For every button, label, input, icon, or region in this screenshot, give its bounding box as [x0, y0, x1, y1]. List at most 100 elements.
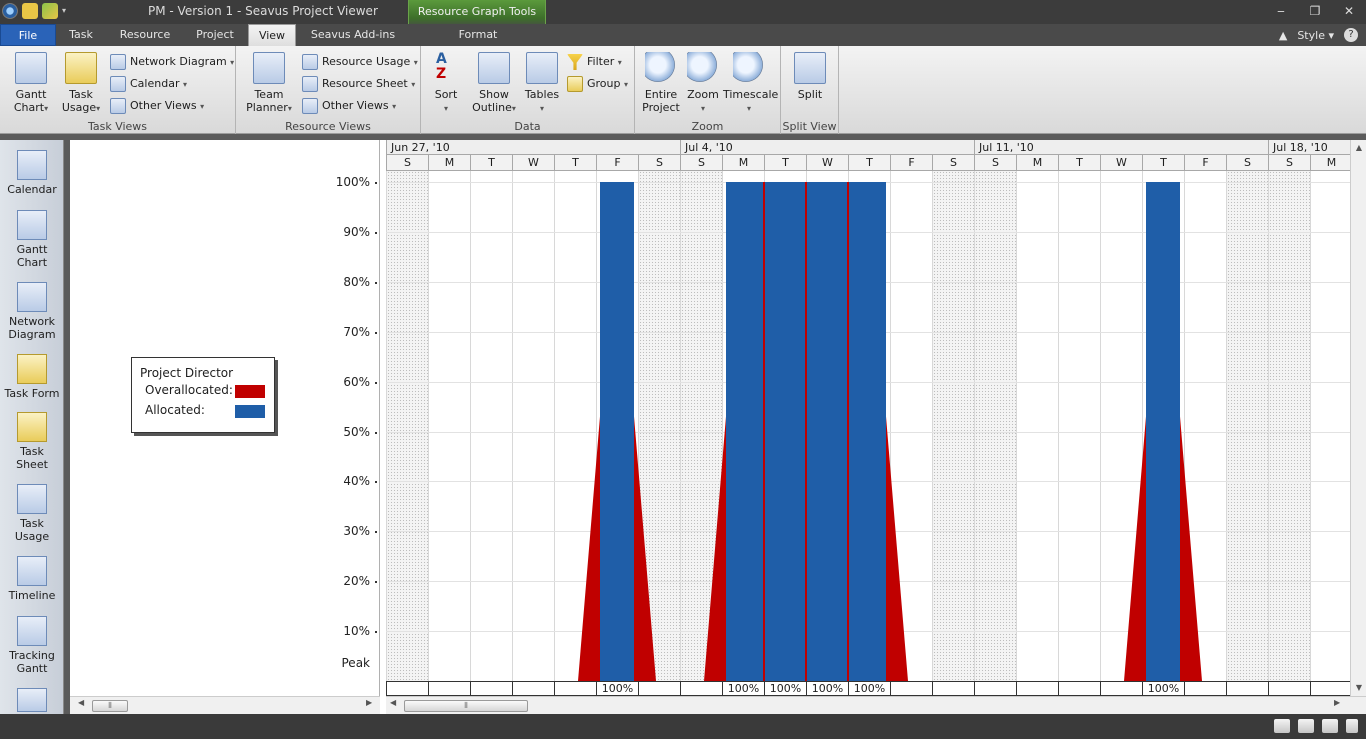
graph-scroll-left-icon[interactable]: ◀ — [390, 698, 396, 707]
tab-file[interactable]: File — [0, 24, 56, 46]
folder-icon[interactable] — [42, 3, 58, 19]
tab-seavus-addins[interactable]: Seavus Add-ins — [300, 24, 406, 46]
timescale-button[interactable]: Timescale ▾ — [723, 50, 778, 115]
total-cell — [974, 682, 1016, 696]
open-file-icon[interactable] — [22, 3, 38, 19]
allocated-bar[interactable] — [848, 182, 886, 681]
sort-label: Sort — [434, 88, 458, 101]
window-controls: ‒ ❐ ✕ — [1264, 0, 1366, 22]
zoom-button[interactable]: Zoom ▾ — [678, 50, 728, 115]
help-icon[interactable]: ? — [1344, 28, 1358, 42]
total-cell — [386, 682, 428, 696]
ribbon-tabs: File Task Resource Project View Seavus A… — [0, 24, 1366, 46]
sidebar-item-task-form[interactable]: Task Form — [0, 354, 63, 400]
sidebar-item-gantt-chart[interactable]: Gantt Chart — [0, 210, 63, 269]
graph-scroll-thumb[interactable]: ⦀ — [404, 700, 528, 712]
team-planner-label: Team Planner — [246, 88, 288, 114]
gantt-view-shortcut-icon[interactable] — [1274, 719, 1290, 733]
task-usage-shortcut-icon[interactable] — [1298, 719, 1314, 733]
y-tick-label: 80% — [343, 274, 377, 289]
filter-button[interactable]: Filter ▾ — [567, 52, 622, 72]
close-icon[interactable]: ✕ — [1332, 0, 1366, 22]
tables-label: Tables — [524, 88, 560, 101]
y-tick-label: 100% — [335, 175, 378, 189]
left-horizontal-scrollbar[interactable]: ◀ ⦀ ▶ — [70, 696, 380, 714]
scroll-down-icon[interactable]: ▼ — [1351, 680, 1366, 696]
team-planner-shortcut-icon[interactable] — [1322, 719, 1338, 733]
allocated-bar[interactable] — [600, 182, 634, 681]
sidebar-label: Calendar — [7, 183, 57, 196]
group-button[interactable]: Group ▾ — [567, 74, 628, 94]
network-diagram-button[interactable]: Network Diagram ▾ — [110, 52, 234, 72]
sidebar-item-task-usage[interactable]: Task Usage — [0, 484, 63, 543]
allocated-bar[interactable] — [806, 182, 848, 681]
total-cell — [1310, 682, 1350, 696]
graph-horizontal-scrollbar[interactable]: ◀ ⦀ ▶ — [386, 696, 1366, 714]
show-outline-label: Show Outline — [472, 88, 512, 114]
sidebar-item-calendar[interactable]: Calendar — [0, 150, 63, 196]
collapse-ribbon-icon[interactable]: ▲ — [1279, 29, 1287, 42]
overallocation-wedge — [1180, 416, 1202, 681]
total-cell — [638, 682, 680, 696]
legend-overallocated-label: Overallocated: — [145, 383, 233, 397]
calendar-button[interactable]: Calendar ▾ — [110, 74, 187, 94]
calendar-icon — [110, 76, 126, 92]
team-planner-button[interactable]: Team Planner▾ — [244, 50, 294, 115]
sort-button[interactable]: AZ Sort ▾ — [421, 50, 471, 115]
tab-resource[interactable]: Resource — [108, 24, 182, 46]
allocated-bar[interactable] — [764, 182, 806, 681]
resource-graph-shortcut-icon[interactable] — [1346, 719, 1358, 733]
tab-view[interactable]: View — [248, 24, 296, 46]
sidebar-item-task-sheet[interactable]: Task Sheet — [0, 412, 63, 471]
group-task-views: Gantt Chart▾ Task Usage▾ Network Diagram… — [0, 46, 236, 134]
resource-sheet-icon — [302, 76, 318, 92]
tab-project[interactable]: Project — [184, 24, 246, 46]
allocated-bar[interactable] — [726, 182, 764, 681]
minimize-icon[interactable]: ‒ — [1264, 0, 1298, 22]
tab-format[interactable]: Format — [410, 24, 546, 46]
other-resource-views-button[interactable]: Other Views ▾ — [302, 96, 396, 116]
tables-button[interactable]: Tables ▾ — [517, 50, 567, 115]
sidebar-item-tracking-gantt[interactable]: Tracking Gantt — [0, 616, 63, 675]
resource-usage-icon — [302, 54, 318, 70]
sidebar-item-timeline[interactable]: Timeline — [0, 556, 63, 602]
task-usage-icon — [17, 484, 47, 514]
task-usage-icon — [65, 52, 97, 84]
restore-icon[interactable]: ❐ — [1298, 0, 1332, 22]
total-cell: 100% — [764, 682, 806, 696]
scroll-up-icon[interactable]: ▲ — [1351, 140, 1366, 156]
show-outline-button[interactable]: Show Outline▾ — [469, 50, 519, 115]
allocated-bar[interactable] — [1146, 182, 1180, 681]
group-zoom: Entire Project Zoom ▾ Timescale ▾ Zoom — [635, 46, 781, 134]
legend-allocated-label: Allocated: — [145, 403, 205, 417]
app-icon[interactable] — [2, 3, 18, 19]
total-cell — [932, 682, 974, 696]
other-task-views-button[interactable]: Other Views ▾ — [110, 96, 204, 116]
overallocated-swatch — [235, 385, 265, 398]
sidebar-item-network-diagram[interactable]: Network Diagram — [0, 282, 63, 341]
graph-scroll-right-icon[interactable]: ▶ — [1334, 698, 1340, 707]
task-usage-button[interactable]: Task Usage▾ — [56, 50, 106, 115]
resource-views-group-label: Resource Views — [285, 120, 371, 133]
gantt-chart-label: Gantt Chart — [13, 88, 47, 114]
tab-task[interactable]: Task — [58, 24, 104, 46]
resource-sheet-label: Resource Sheet — [322, 77, 408, 90]
y-tick-label: 60% — [343, 374, 377, 389]
sidebar-more-views[interactable] — [0, 688, 63, 714]
scroll-left-icon[interactable]: ◀ — [78, 698, 84, 707]
y-tick-label: 50% — [343, 424, 377, 439]
group-split-view: Split Split View — [781, 46, 839, 134]
timeline-icon — [17, 556, 47, 586]
left-scroll-thumb[interactable]: ⦀ — [92, 700, 128, 712]
style-menu[interactable]: Style ▾ — [1297, 29, 1334, 42]
gantt-chart-button[interactable]: Gantt Chart▾ — [6, 50, 56, 115]
split-button[interactable]: Split — [785, 50, 835, 101]
customize-toolbar-icon[interactable]: ▾ — [62, 3, 70, 19]
vertical-scrollbar[interactable]: ▲ ▼ — [1350, 140, 1366, 696]
network-diagram-label: Network Diagram — [130, 55, 227, 68]
scroll-right-icon[interactable]: ▶ — [366, 698, 372, 707]
resource-usage-button[interactable]: Resource Usage ▾ — [302, 52, 418, 72]
resource-sheet-button[interactable]: Resource Sheet ▾ — [302, 74, 415, 94]
group-label: Group — [587, 77, 621, 90]
group-data: AZ Sort ▾ Show Outline▾ Tables ▾ Filter ▾ … — [421, 46, 635, 134]
